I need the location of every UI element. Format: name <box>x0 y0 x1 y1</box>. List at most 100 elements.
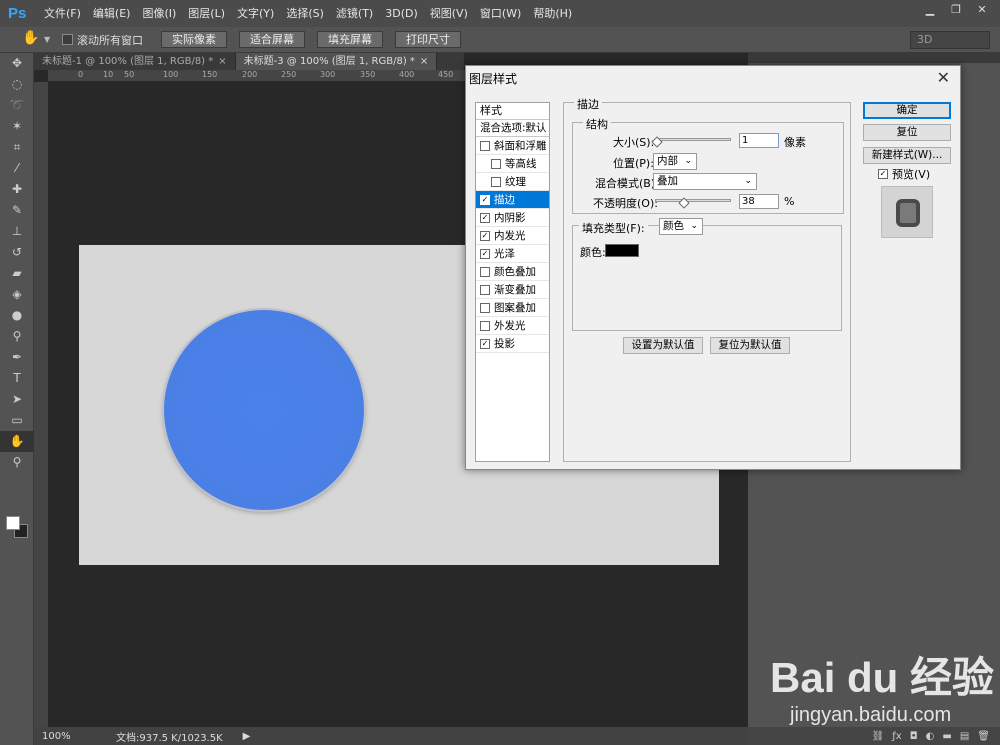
menu-item[interactable]: 窗口(W) <box>474 0 527 27</box>
eyedropper-tool-icon[interactable]: ⁄ <box>0 158 34 179</box>
brush-tool-icon[interactable]: ✎ <box>0 200 34 221</box>
print-size-button[interactable]: 打印尺寸 <box>395 31 461 48</box>
menu-item[interactable]: 文字(Y) <box>231 0 280 27</box>
crop-tool-icon[interactable]: ⌗ <box>0 137 34 158</box>
style-checkbox[interactable] <box>480 266 490 277</box>
menu-item[interactable]: 图层(L) <box>182 0 231 27</box>
opacity-slider[interactable] <box>655 199 731 202</box>
clone-stamp-tool-icon[interactable]: ⊥ <box>0 221 34 242</box>
hand-tool-icon[interactable]: ✋ <box>18 30 44 50</box>
size-slider[interactable] <box>655 138 731 141</box>
menu-item[interactable]: 视图(V) <box>424 0 474 27</box>
tab-untitled-1[interactable]: 未标题-1 @ 100% (图层 1, RGB/8) * × <box>34 53 236 70</box>
magic-wand-tool-icon[interactable]: ✶ <box>0 116 34 137</box>
reset-button[interactable]: 复位 <box>863 124 951 141</box>
fill-type-select[interactable]: 颜色 ⌄ <box>659 218 703 235</box>
tab-untitled-3[interactable]: 未标题-3 @ 100% (图层 1, RGB/8) * × <box>235 53 438 70</box>
pen-tool-icon[interactable]: ✒ <box>0 347 34 368</box>
workspace-select[interactable]: 3D <box>910 31 990 49</box>
style-checkbox[interactable] <box>480 302 490 313</box>
blend-mode-select[interactable]: 叠加 ⌄ <box>653 173 757 190</box>
maximize-button[interactable]: ❐ <box>946 2 966 18</box>
ok-button[interactable]: 确定 <box>863 102 951 119</box>
eraser-tool-icon[interactable]: ▰ <box>0 263 34 284</box>
style-label: 内发光 <box>494 230 526 242</box>
style-item[interactable]: 颜色叠加 <box>476 263 549 281</box>
status-bar: 100% 文档:937.5 K/1023.5K ▶ <box>34 727 748 745</box>
close-button[interactable]: ✕ <box>972 2 992 18</box>
structure-group-title: 结构 <box>583 116 611 132</box>
shape-tool-icon[interactable]: ▭ <box>0 410 34 431</box>
style-item[interactable]: ✓ 内发光 <box>476 227 549 245</box>
menu-item[interactable]: 图像(I) <box>136 0 182 27</box>
dialog-close-icon[interactable]: ✕ <box>937 68 950 87</box>
style-item[interactable]: 纹理 <box>476 173 549 191</box>
style-checkbox[interactable]: ✓ <box>480 212 490 223</box>
style-checkbox[interactable]: ✓ <box>480 248 490 259</box>
zoom-level[interactable]: 100% <box>34 731 71 742</box>
position-select[interactable]: 内部 ⌄ <box>653 153 697 170</box>
style-item[interactable]: 外发光 <box>476 317 549 335</box>
history-brush-tool-icon[interactable]: ↺ <box>0 242 34 263</box>
stroke-color-swatch[interactable] <box>605 244 639 257</box>
ruler-tick: 10 <box>103 70 114 79</box>
actual-pixels-button[interactable]: 实际像素 <box>161 31 227 48</box>
minimize-button[interactable]: ▁ <box>920 2 940 18</box>
ruler-tick: 450 <box>438 70 454 79</box>
fill-type-title: 填充类型(F): <box>579 220 648 236</box>
style-item[interactable]: 渐变叠加 <box>476 281 549 299</box>
blend-options-item[interactable]: 混合选项:默认 <box>476 120 549 137</box>
path-selection-tool-icon[interactable]: ➤ <box>0 389 34 410</box>
style-checkbox[interactable]: ✓ <box>480 338 490 349</box>
style-checkbox[interactable]: ✓ <box>480 230 490 241</box>
menu-item[interactable]: 滤镜(T) <box>330 0 379 27</box>
style-item[interactable]: 斜面和浮雕 <box>476 137 549 155</box>
new-style-button[interactable]: 新建样式(W)... <box>863 147 951 164</box>
style-checkbox[interactable] <box>480 284 490 295</box>
marquee-tool-icon[interactable]: ◌ <box>0 74 34 95</box>
menu-item[interactable]: 文件(F) <box>38 0 87 27</box>
status-menu-arrow-icon[interactable]: ▶ <box>243 731 251 742</box>
chevron-down-icon: ⌄ <box>690 221 698 231</box>
style-checkbox[interactable] <box>480 140 490 151</box>
close-tab-icon[interactable]: × <box>420 56 428 67</box>
zoom-tool-icon[interactable]: ⚲ <box>0 452 34 473</box>
reset-default-button[interactable]: 复位为默认值 <box>710 337 790 354</box>
move-tool-icon[interactable]: ✥ <box>0 53 34 74</box>
preview-checkbox[interactable]: ✓ <box>878 169 888 179</box>
style-checkbox[interactable] <box>491 158 501 169</box>
foreground-color-swatch[interactable] <box>6 516 20 530</box>
fit-screen-button[interactable]: 适合屏幕 <box>239 31 305 48</box>
style-label: 渐变叠加 <box>494 284 536 296</box>
lasso-tool-icon[interactable]: ➰ <box>0 95 34 116</box>
style-item[interactable]: ✓ 描边 <box>476 191 549 209</box>
ruler-tick: 250 <box>281 70 297 79</box>
fill-screen-button[interactable]: 填充屏幕 <box>317 31 383 48</box>
blur-tool-icon[interactable]: ● <box>0 305 34 326</box>
style-item[interactable]: 等高线 <box>476 155 549 173</box>
style-item[interactable]: ✓ 投影 <box>476 335 549 353</box>
menu-item[interactable]: 编辑(E) <box>87 0 137 27</box>
size-input[interactable]: 1 <box>739 133 779 148</box>
menu-item[interactable]: 选择(S) <box>280 0 330 27</box>
hand-tool-icon[interactable]: ✋ <box>0 431 34 452</box>
style-checkbox[interactable] <box>480 320 490 331</box>
menu-item[interactable]: 帮助(H) <box>527 0 578 27</box>
healing-brush-tool-icon[interactable]: ✚ <box>0 179 34 200</box>
style-checkbox[interactable] <box>491 176 501 187</box>
menu-item[interactable]: 3D(D) <box>379 0 424 27</box>
styles-header[interactable]: 样式 <box>476 103 549 120</box>
opacity-input[interactable]: 38 <box>739 194 779 209</box>
window-controls: ▁ ❐ ✕ <box>920 2 992 18</box>
type-tool-icon[interactable]: T <box>0 368 34 389</box>
close-tab-icon[interactable]: × <box>218 56 226 67</box>
style-item[interactable]: ✓ 光泽 <box>476 245 549 263</box>
set-default-button[interactable]: 设置为默认值 <box>623 337 703 354</box>
dodge-tool-icon[interactable]: ⚲ <box>0 326 34 347</box>
style-item[interactable]: ✓ 内阴影 <box>476 209 549 227</box>
paint-bucket-tool-icon[interactable]: ◈ <box>0 284 34 305</box>
style-checkbox[interactable]: ✓ <box>480 194 490 205</box>
scroll-all-windows-checkbox[interactable] <box>62 34 73 45</box>
style-item[interactable]: 图案叠加 <box>476 299 549 317</box>
tool-preset-dropdown-icon[interactable]: ▼ <box>44 35 52 44</box>
